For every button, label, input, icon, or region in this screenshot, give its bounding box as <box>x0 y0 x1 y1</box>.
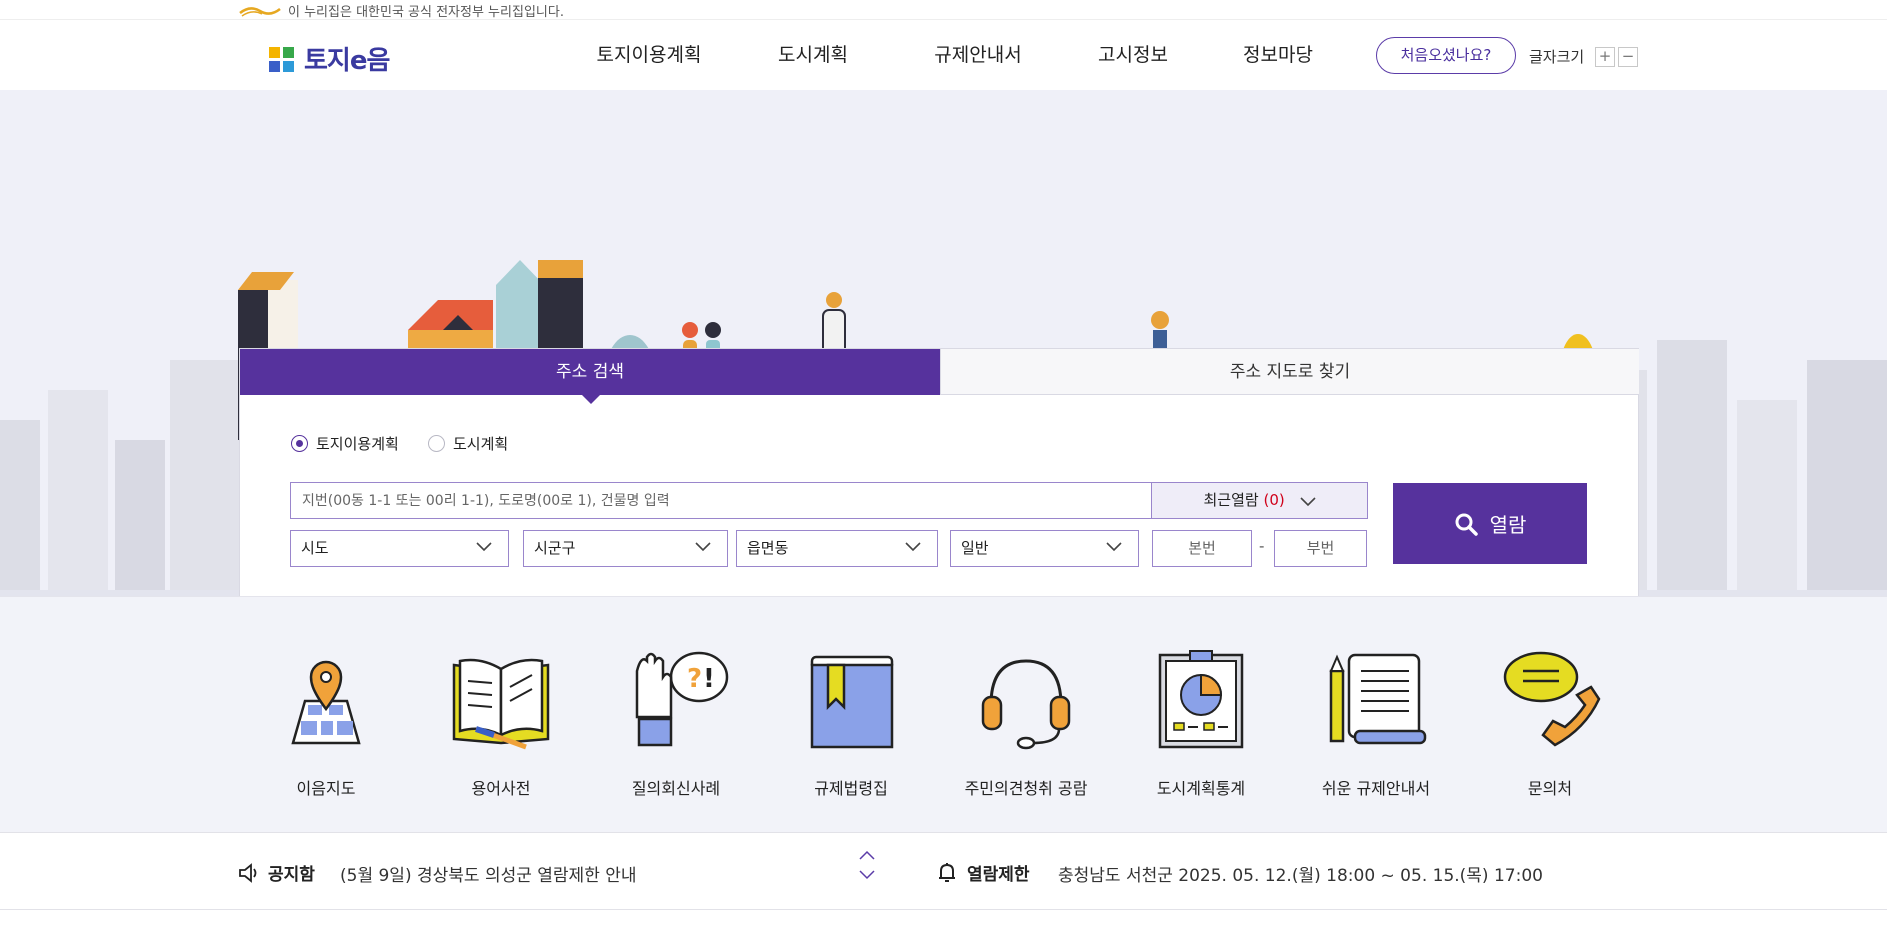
recent-view-dropdown[interactable]: 최근열람 (0) <box>1151 482 1368 519</box>
search-icon <box>1455 513 1478 536</box>
quick-item-easy-guide[interactable]: 쉬운 규제안내서 <box>1301 647 1451 799</box>
view-search-button[interactable]: 열람 <box>1393 483 1587 564</box>
nav-regulation-guide[interactable]: 규제안내서 <box>888 20 1068 90</box>
view-search-label: 열람 <box>1489 513 1527 537</box>
font-increase-button[interactable]: + <box>1595 47 1615 67</box>
nav-land-use-plan[interactable]: 토지이용계획 <box>560 20 738 90</box>
quick-item-qna-cases[interactable]: ? ! 질의회신사례 <box>601 647 751 799</box>
main-number-input[interactable]: 본번 <box>1152 530 1252 567</box>
quick-item-label: 주민의견청취 공람 <box>964 779 1088 798</box>
notice-arrows <box>859 850 875 880</box>
quick-item-glossary[interactable]: 용어사전 <box>426 647 576 799</box>
number-separator: - <box>1259 537 1265 555</box>
restriction-title: 열람제한 <box>967 865 1030 885</box>
notice-title: 공지함 <box>268 865 315 885</box>
notice-bar: 공지함 (5월 9일) 경상북도 의성군 열람제한 안내 열람제한 충청남도 서… <box>0 832 1887 910</box>
svg-text:?: ? <box>687 664 702 694</box>
tab-map-search[interactable]: 주소 지도로 찾기 <box>940 349 1639 395</box>
chevron-down-icon <box>695 542 711 552</box>
gov-banner-text: 이 누리집은 대한민국 공식 전자정부 누리집입니다. <box>288 5 564 20</box>
nav-info-board[interactable]: 정보마당 <box>1198 20 1358 90</box>
pie-chart-board-icon <box>1158 650 1244 749</box>
font-size-label: 글자크기 <box>1529 48 1585 66</box>
main-nav: 토지이용계획 도시계획 규제안내서 고시정보 정보마당 <box>560 20 1358 90</box>
recent-view-label: 최근열람 <box>1203 491 1259 509</box>
nav-notice-info[interactable]: 고시정보 <box>1068 20 1198 90</box>
svg-text:!: ! <box>703 664 715 694</box>
radio-label: 토지이용계획 <box>316 435 399 453</box>
quick-item-label: 규제법령집 <box>814 779 888 798</box>
quick-item-eum-map[interactable]: 이음지도 <box>251 647 401 799</box>
quick-item-regulation-laws[interactable]: 규제법령집 <box>776 647 926 799</box>
quick-item-label: 질의회신사례 <box>631 779 721 798</box>
open-book-icon <box>452 658 550 750</box>
radio-label: 도시계획 <box>453 435 509 453</box>
headset-icon <box>981 659 1071 750</box>
radio-dot <box>428 435 445 452</box>
chevron-down-icon <box>905 542 921 552</box>
quick-item-public-hearing[interactable]: 주민의견청취 공람 <box>951 647 1101 799</box>
header: 토지e음 토지이용계획 도시계획 규제안내서 고시정보 정보마당 처음오셨나요?… <box>0 20 1887 90</box>
chevron-down-icon <box>1299 497 1316 507</box>
city-skyline-left-illustration <box>0 360 240 596</box>
recent-view-count: (0) <box>1263 491 1285 509</box>
bell-icon <box>939 862 955 882</box>
speaker-icon <box>239 862 257 883</box>
sigungu-select-value: 시군구 <box>534 539 576 557</box>
egov-logo <box>239 6 281 17</box>
notice-header: 공지함 <box>238 860 315 885</box>
raised-hand-question-icon: ? ! <box>635 651 729 747</box>
radio-urban-plan[interactable]: 도시계획 <box>428 433 508 454</box>
quick-menu: 이음지도 용어사전 ? ! 질의회신사례 규제법령집 주민의견청취 공람 도시계… <box>0 596 1887 832</box>
eupmyeondong-select-value: 읍면동 <box>747 539 789 557</box>
bookmarked-book-icon <box>810 655 894 749</box>
eupmyeondong-select[interactable]: 읍면동 <box>736 530 938 567</box>
quick-item-urban-stats[interactable]: 도시계획통계 <box>1126 647 1276 799</box>
chevron-down-icon <box>1106 542 1122 552</box>
scroll-document-icon <box>1329 653 1427 745</box>
notice-text-link[interactable]: (5월 9일) 경상북도 의성군 열람제한 안내 <box>340 861 637 886</box>
quick-item-label: 도시계획통계 <box>1156 779 1246 798</box>
sido-select[interactable]: 시도 <box>290 530 509 567</box>
first-visit-button[interactable]: 처음오셨나요? <box>1376 37 1516 74</box>
quick-item-contact[interactable]: 문의처 <box>1475 647 1625 799</box>
phone-chat-icon <box>1503 651 1601 747</box>
quick-item-label: 이음지도 <box>296 779 356 798</box>
quick-item-label: 문의처 <box>1527 779 1573 798</box>
gov-banner: 이 누리집은 대한민국 공식 전자정부 누리집입니다. <box>0 0 1887 20</box>
sigungu-select[interactable]: 시군구 <box>523 530 728 567</box>
nav-urban-plan[interactable]: 도시계획 <box>738 20 888 90</box>
restriction-header: 열람제한 <box>937 860 1030 885</box>
logo-icon <box>269 46 294 72</box>
site-logo[interactable]: 토지e음 <box>268 40 390 77</box>
chevron-down-icon[interactable] <box>859 870 875 880</box>
sido-select-value: 시도 <box>301 539 329 557</box>
radio-land-use-plan[interactable]: 토지이용계획 <box>291 433 399 454</box>
font-decrease-button[interactable]: − <box>1618 47 1638 67</box>
sub-number-input[interactable]: 부번 <box>1274 530 1367 567</box>
address-search-panel: 주소 검색 주소 지도로 찾기 토지이용계획 도시계획 최근열람 (0) 열람 … <box>239 348 1639 596</box>
land-type-select-value: 일반 <box>961 539 989 557</box>
tab-address-search[interactable]: 주소 검색 <box>240 349 940 404</box>
radio-dot-checked <box>291 435 308 452</box>
quick-item-label: 용어사전 <box>471 779 531 798</box>
map-pin-icon <box>291 660 361 745</box>
restriction-text-link[interactable]: 충청남도 서천군 2025. 05. 12.(월) 18:00 ~ 05. 15… <box>1058 861 1543 886</box>
chevron-up-icon[interactable] <box>859 850 875 860</box>
address-search-input[interactable] <box>290 482 1152 519</box>
logo-text: 토지e음 <box>304 46 390 76</box>
land-type-select[interactable]: 일반 <box>950 530 1139 567</box>
quick-item-label: 쉬운 규제안내서 <box>1321 779 1431 798</box>
chevron-down-icon <box>476 542 492 552</box>
